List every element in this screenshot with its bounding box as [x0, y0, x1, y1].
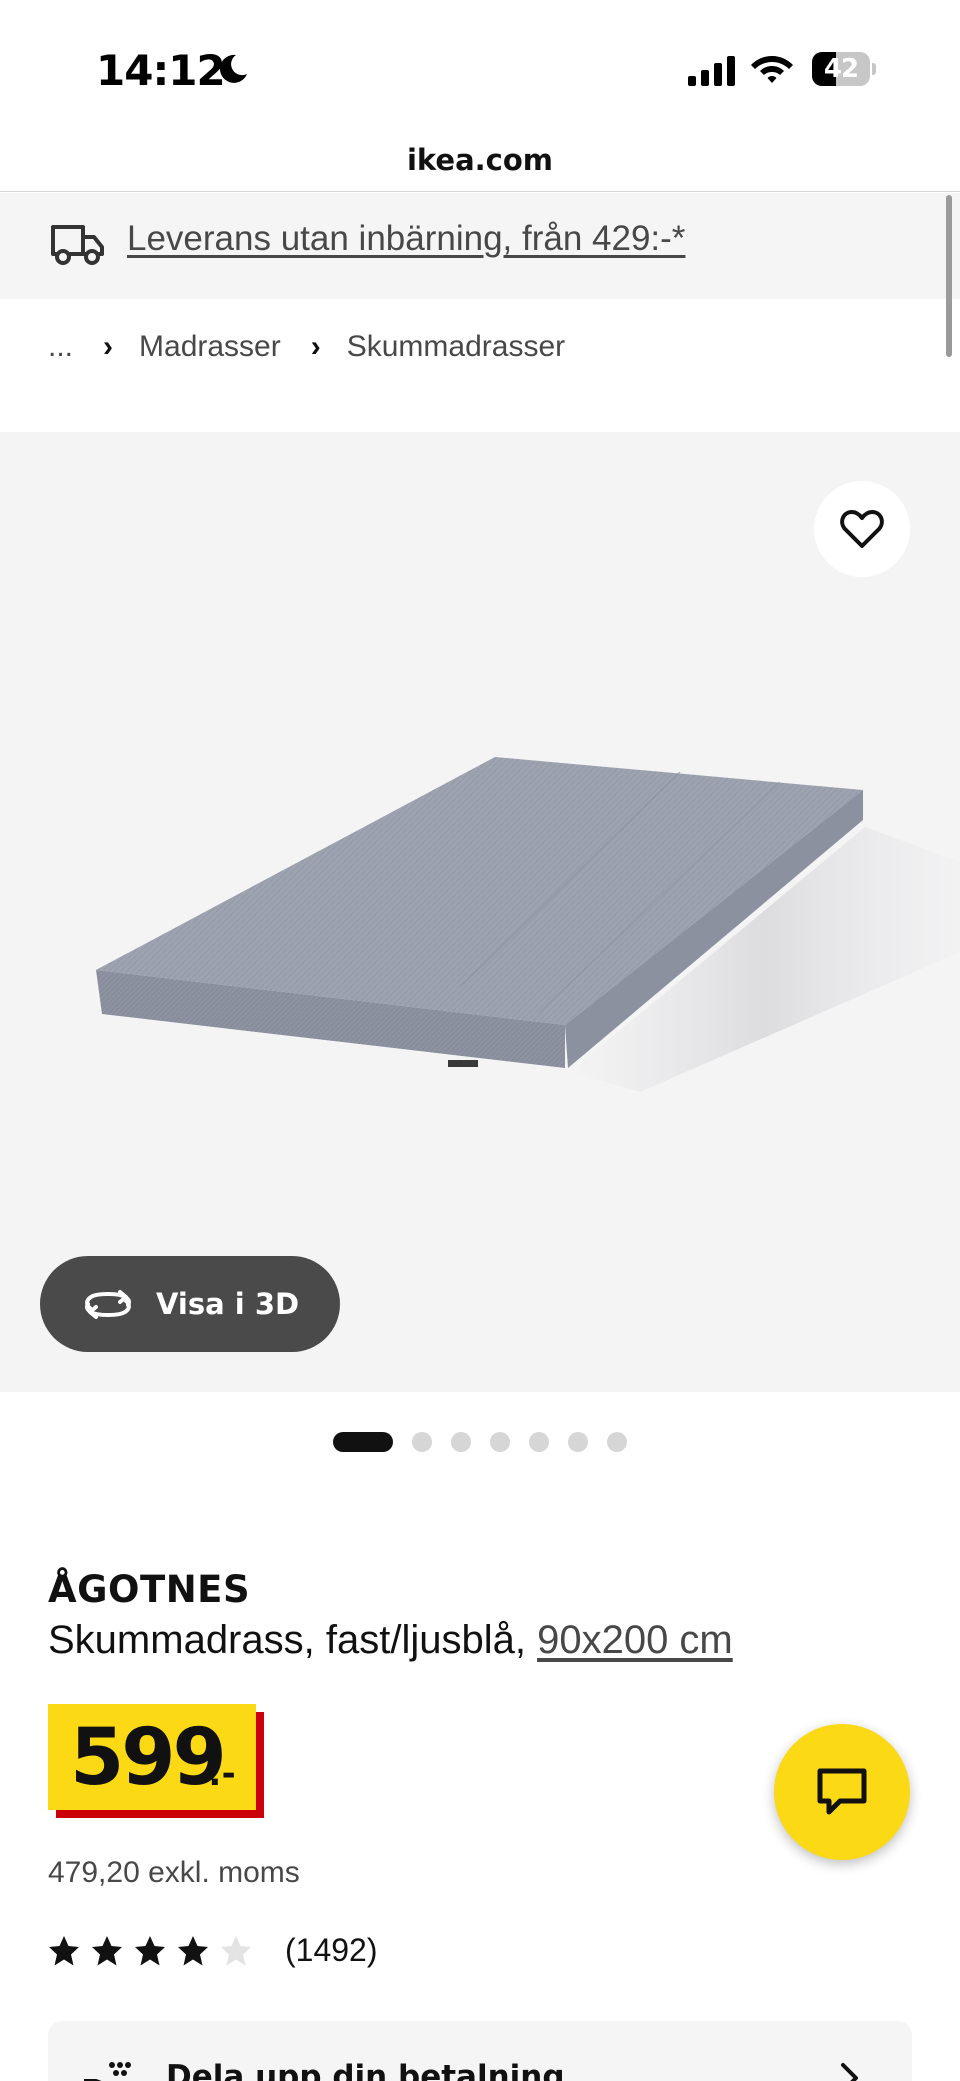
chevron-right-icon	[841, 2063, 858, 2081]
favorite-button[interactable]	[814, 481, 910, 577]
star-filled-icon	[178, 1935, 208, 1965]
rating[interactable]: (1492)	[48, 1932, 378, 1969]
payment-label: Dela upp din betalning	[166, 2059, 565, 2081]
carousel-dot[interactable]	[451, 1432, 471, 1452]
price-tag: 599 :-	[48, 1704, 264, 1818]
heart-icon	[840, 510, 884, 548]
carousel-dots[interactable]	[333, 1431, 646, 1453]
view-3d-button[interactable]: Visa i 3D	[40, 1256, 340, 1352]
chat-icon	[817, 1768, 867, 1815]
star-empty-icon	[221, 1935, 251, 1965]
wifi-icon	[751, 56, 793, 83]
carousel-dot[interactable]	[490, 1432, 510, 1452]
signal-icon	[688, 56, 735, 86]
product-description: Skummadrass, fast/ljusblå, 90x200 cm	[48, 1618, 733, 1663]
battery-indicator: 42	[812, 52, 876, 86]
carousel-dot-active[interactable]	[333, 1432, 393, 1452]
carousel-dot[interactable]	[412, 1432, 432, 1452]
view-3d-label: Visa i 3D	[156, 1287, 300, 1321]
payment-icon	[84, 2062, 131, 2081]
price-excl-vat: 479,20 exkl. moms	[48, 1856, 300, 1889]
product-type: Skummadrass, fast/ljusblå,	[48, 1618, 526, 1662]
breadcrumb-item-madrasser[interactable]: Madrasser	[139, 330, 281, 364]
payment-card[interactable]: Dela upp din betalning	[48, 2021, 912, 2081]
rotate-3d-icon	[85, 1290, 131, 1319]
url-bar[interactable]: ikea.com	[0, 130, 960, 192]
chevron-right-icon: ›	[310, 330, 321, 363]
moon-icon	[219, 54, 247, 83]
product-size-link[interactable]: 90x200 cm	[537, 1618, 733, 1662]
battery-level: 42	[823, 54, 859, 84]
review-count[interactable]: (1492)	[285, 1932, 378, 1969]
carousel-dot[interactable]	[568, 1432, 588, 1452]
chevron-right-icon: ›	[103, 330, 114, 363]
delivery-link[interactable]: Leverans utan inbärning, från 429:-*	[127, 219, 685, 259]
price-value: 599	[70, 1713, 227, 1803]
delivery-banner[interactable]: Leverans utan inbärning, från 429:-*	[0, 193, 960, 299]
star-filled-icon	[49, 1935, 79, 1965]
status-time: 14:12	[96, 46, 226, 95]
status-bar: 14:12 42	[0, 0, 960, 130]
price-suffix: :-	[208, 1754, 236, 1794]
breadcrumb-ellipsis[interactable]: ...	[48, 330, 73, 364]
product-name: ÅGOTNES	[48, 1568, 251, 1611]
mattress-illustration	[96, 757, 960, 1092]
breadcrumb-item-skummadrasser[interactable]: Skummadrasser	[347, 330, 565, 364]
carousel-dot[interactable]	[529, 1432, 549, 1452]
breadcrumb: ... › Madrasser › Skummadrasser	[48, 330, 565, 364]
chat-button[interactable]	[774, 1724, 910, 1860]
star-filled-icon	[92, 1935, 122, 1965]
truck-icon	[51, 225, 104, 265]
star-filled-icon	[135, 1935, 165, 1965]
carousel-dot[interactable]	[607, 1432, 627, 1452]
product-image[interactable]	[0, 432, 960, 1392]
scrollbar[interactable]	[946, 195, 952, 357]
